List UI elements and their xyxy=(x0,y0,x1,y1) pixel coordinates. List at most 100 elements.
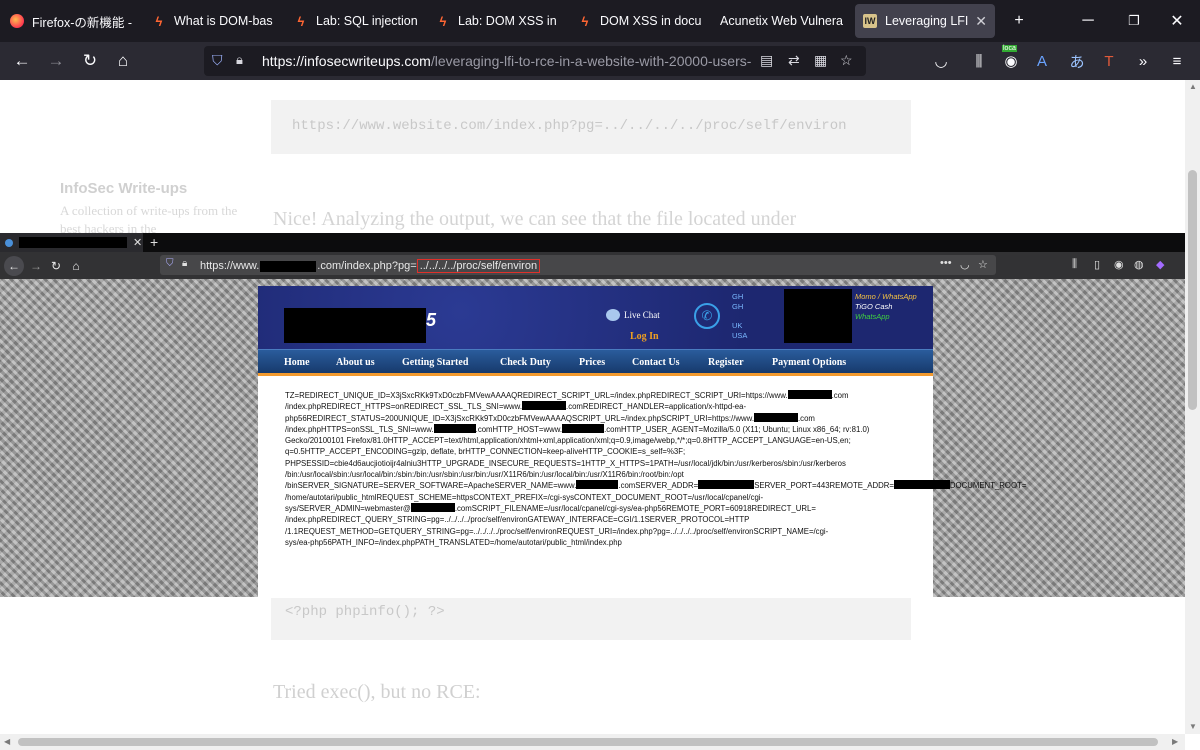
new-tab-button[interactable]: + xyxy=(996,0,1042,42)
environ-text: /home/autotari/public_htmlREQUEST_SCHEME… xyxy=(285,492,764,502)
environ-text: sys/SERVER_ADMIN=webmaster@ xyxy=(285,503,411,513)
article-screenshot: ✕ + ← → ↻ ⌂ ⛉ 🔒︎ https://www. .com/index… xyxy=(0,233,1185,597)
country-code: UK xyxy=(732,321,743,330)
firefox-icon xyxy=(10,14,24,28)
tab-acunetix[interactable]: Acunetix Web Vulnera xyxy=(712,4,852,38)
scroll-thumb[interactable] xyxy=(18,738,1158,746)
google-translate-icon[interactable]: あ xyxy=(1066,51,1088,71)
environ-text: /binSERVER_SIGNATURE=SERVER_SOFTWARE=Apa… xyxy=(285,481,577,491)
scroll-right-icon[interactable]: ▶ xyxy=(1172,737,1178,746)
url-prefix: https://www. xyxy=(200,260,260,272)
extension-locale-icon[interactable]: loca ◉ xyxy=(1000,45,1022,71)
tab-what-is-dom[interactable]: ϟ What is DOM-bas xyxy=(144,4,284,38)
environ-text: /index.phpREDIRECT_HTTPS=onREDIRECT_SSL_… xyxy=(285,402,523,412)
tracking-protection-shield-icon[interactable]: ⛉ xyxy=(212,52,223,69)
tab-title: Acunetix Web Vulnera xyxy=(720,14,843,28)
home-button[interactable]: ⌂ xyxy=(109,47,137,75)
publication-name[interactable]: InfoSec Write-ups xyxy=(60,180,187,197)
environ-text: php56REDIRECT_STATUS=200UNIQUE_ID=X3jSxc… xyxy=(285,413,754,423)
country-code: USA xyxy=(732,331,748,340)
menu-item-contact: Contact Us xyxy=(632,357,680,368)
page-content: https://www.website.com/index.php?pg=../… xyxy=(0,80,1185,734)
url-path: .com/index.php?pg= xyxy=(317,260,417,272)
minimize-button[interactable]: ─ xyxy=(1065,0,1111,42)
tab-leveraging-lfi[interactable]: IW Leveraging LFI to ✕ xyxy=(855,4,995,38)
page-actions-icon: ••• xyxy=(940,257,952,269)
pocket-icon[interactable]: ◡ xyxy=(930,51,952,71)
horizontal-scrollbar[interactable]: ◀ ▶ xyxy=(0,734,1185,750)
tab-dom-xss-in-document[interactable]: ϟ DOM XSS in docu xyxy=(570,4,710,38)
environ-text: /index.phpHTTPS=onSSL_TLS_SNI=www. xyxy=(285,424,434,434)
environ-text: sys/ea-php56PATH_INFO=/index.phpPATH_TRA… xyxy=(285,537,622,547)
target-website: 5 Live Chat Log In ✆ GH GH UK USA Momo /… xyxy=(258,286,1026,597)
environ-text: .comSCRIPT_FILENAME=/usr/local/cpanel/cg… xyxy=(454,503,816,513)
tab-title: What is DOM-bas xyxy=(174,14,273,28)
environ-text: /index.phpREDIRECT_QUERY_STRING=pg=../..… xyxy=(285,515,750,525)
live-chat-label: Live Chat xyxy=(624,310,660,320)
back-button[interactable]: ← xyxy=(8,47,36,75)
scroll-thumb[interactable] xyxy=(1188,170,1197,410)
translator-icon[interactable]: A xyxy=(1031,51,1053,71)
tab-title: Firefox-の新機能 - xyxy=(32,15,133,30)
extension-icon: ◍ xyxy=(1134,259,1144,271)
extension-badge: loca xyxy=(1002,45,1017,52)
qr-code-icon[interactable]: ▦ xyxy=(814,52,827,69)
restore-button[interactable]: ❐ xyxy=(1111,0,1157,42)
menu-item-home: Home xyxy=(284,357,310,368)
tab-lab-sql-injection[interactable]: ϟ Lab: SQL injection xyxy=(286,4,426,38)
bookmark-star-icon[interactable]: ☆ xyxy=(840,52,853,69)
overflow-icon[interactable]: » xyxy=(1132,51,1154,71)
environ-text: .com xyxy=(798,413,815,423)
pocket-icon: ◡ xyxy=(960,259,970,271)
portswigger-icon: ϟ xyxy=(155,13,163,29)
reader-view-icon[interactable]: ▤ xyxy=(760,52,773,69)
scroll-down-icon[interactable]: ▼ xyxy=(1189,722,1197,731)
environ-text: DOCUMENT_ROOT= xyxy=(949,481,1027,491)
lock-icon[interactable]: 🔒︎ xyxy=(236,52,243,68)
tab-bar: Firefox-の新機能 - ϟ What is DOM-bas ϟ Lab: … xyxy=(0,0,1200,42)
tab-title: DOM XSS in docu xyxy=(600,14,702,28)
live-chat: Live Chat xyxy=(606,309,660,321)
whatsapp-label: WhatsApp xyxy=(855,312,890,321)
scroll-left-icon[interactable]: ◀ xyxy=(4,737,10,746)
redacted-value xyxy=(698,480,755,490)
translate-icon[interactable]: ⇄ xyxy=(788,52,800,69)
tab-firefox-new-features[interactable]: Firefox-の新機能 - xyxy=(2,4,142,38)
redacted-value xyxy=(576,480,619,490)
environ-text: SERVER_PORT=443REMOTE_ADDR= xyxy=(754,481,894,491)
reload-button[interactable]: ↻ xyxy=(76,47,104,75)
menu-item-getting-started: Getting Started xyxy=(402,357,469,368)
shield-icon: ⛉ xyxy=(166,258,174,269)
url-text[interactable]: https://infosecwriteups.com/leveraging-l… xyxy=(262,53,752,69)
redacted-domain xyxy=(260,260,317,272)
address-bar[interactable]: ⛉ 🔒︎ https://infosecwriteups.com/leverag… xyxy=(204,46,866,76)
momo-label: Momo / WhatsApp xyxy=(855,292,917,301)
scroll-up-icon[interactable]: ▲ xyxy=(1189,82,1197,91)
tab-title: Lab: DOM XSS in c xyxy=(458,14,560,28)
back-icon: ← xyxy=(4,256,24,276)
tab-title: Leveraging LFI to xyxy=(885,14,969,28)
environ-text: .comHTTP_USER_AGENT=Mozilla/5.0 (X11; Ub… xyxy=(604,424,870,434)
vertical-scrollbar[interactable]: ▲ ▼ xyxy=(1185,80,1200,734)
forward-icon: → xyxy=(30,259,42,273)
code-line-bottom: <?php phpinfo(); ?> xyxy=(285,604,445,620)
menu-item-payment-options: Payment Options xyxy=(772,357,847,368)
redacted-value xyxy=(522,401,567,411)
article-paragraph: Tried exec(), but no RCE: xyxy=(273,681,481,703)
environ-text: q=0.5HTTP_ACCEPT_ENCODING=gzip, deflate,… xyxy=(285,447,686,457)
portswigger-icon: ϟ xyxy=(439,13,447,29)
tab-title: Lab: SQL injection xyxy=(316,14,418,28)
site-favicon-icon xyxy=(5,238,13,247)
hackbar-icon[interactable]: T xyxy=(1098,51,1120,71)
forward-button[interactable]: → xyxy=(42,47,70,75)
redacted-value xyxy=(410,502,455,512)
redacted-value xyxy=(787,390,832,399)
tab-lab-dom-xss[interactable]: ϟ Lab: DOM XSS in c xyxy=(428,4,568,38)
login-link: Log In xyxy=(630,331,659,342)
menu-item-check-duty: Check Duty xyxy=(500,357,551,368)
menu-icon[interactable]: ≡ xyxy=(1166,51,1188,71)
phone-icon: ✆ xyxy=(694,303,720,329)
close-tab-icon[interactable]: ✕ xyxy=(975,13,987,30)
library-icon[interactable]: ⫼ xyxy=(968,51,990,71)
close-window-button[interactable]: ✕ xyxy=(1154,0,1200,42)
